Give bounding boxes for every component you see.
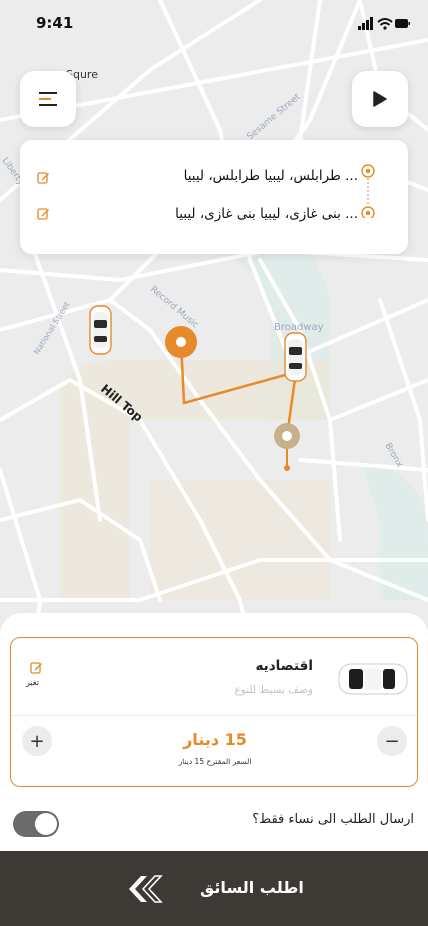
suggested-price: السعر المقترح 15 دينار [178, 757, 252, 766]
car-icon [89, 305, 112, 355]
battery-icon [395, 19, 410, 28]
price-decrease-button[interactable]: − [377, 726, 407, 756]
route-card: ... طرابلس، ليبيا طرابلس، ليبيا ... بنى … [20, 140, 408, 254]
price-amount: 15 دينار [183, 730, 247, 749]
women-only-label: ارسال الطلب الى نساء فقط؟ [252, 812, 414, 827]
divider [11, 715, 417, 716]
request-driver-button[interactable]: اطلب السائق [0, 851, 428, 926]
toggle-knob [35, 813, 57, 835]
change-label[interactable]: تغير [26, 678, 39, 687]
price-increase-button[interactable]: + [22, 726, 52, 756]
status-time: 9:41 [36, 14, 74, 32]
ride-option-name: اقتصاديه [255, 658, 313, 674]
edit-icon[interactable] [30, 661, 43, 674]
map-label-broadway: Broadway [274, 322, 324, 333]
wifi-icon [377, 18, 393, 30]
car-image-icon [338, 663, 408, 695]
status-bar: 9:41 [0, 0, 428, 44]
route-dots-icon [361, 164, 375, 218]
destination-marker-icon [274, 423, 300, 449]
signal-icon [358, 17, 373, 30]
dropoff-row[interactable]: ... بنى غازى، ليبيا بنى غازى، ليبيا [36, 200, 358, 230]
play-icon [373, 91, 387, 107]
pickup-row[interactable]: ... طرابلس، ليبيا طرابلس، ليبيا [36, 162, 358, 192]
play-button[interactable] [352, 71, 408, 127]
dropoff-address: ... بنى غازى، ليبيا بنى غازى، ليبيا [175, 206, 358, 222]
edit-icon[interactable] [37, 171, 50, 184]
pickup-address: ... طرابلس، ليبيا طرابلس، ليبيا [183, 168, 358, 184]
women-only-toggle[interactable] [13, 811, 59, 837]
double-chevron-left-icon [129, 875, 163, 903]
status-icons [358, 15, 410, 34]
edit-icon[interactable] [37, 207, 50, 220]
ride-option-card[interactable]: اقتصاديه وصف بسيط للنوع تغير + − 15 دينا… [10, 637, 418, 787]
ride-option-description: وصف بسيط للنوع [234, 684, 314, 696]
request-driver-label: اطلب السائق [200, 878, 304, 897]
pickup-marker-icon [165, 326, 197, 358]
car-icon [284, 332, 307, 382]
menu-icon [39, 92, 57, 106]
menu-button[interactable] [20, 71, 76, 127]
